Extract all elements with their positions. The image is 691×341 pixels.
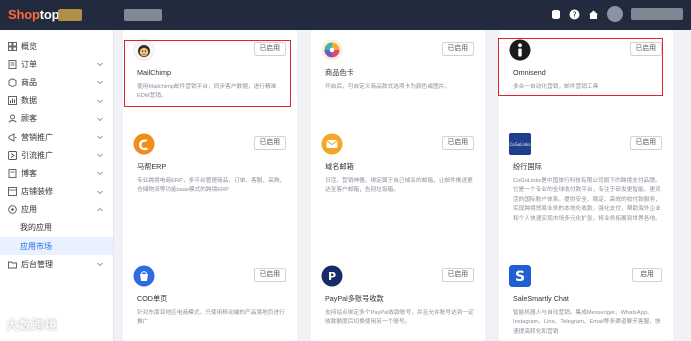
- brand-logo[interactable]: Shoptop: [8, 7, 60, 22]
- salesmartly-logo: S: [509, 265, 531, 287]
- avatar[interactable]: [607, 6, 623, 22]
- app-description: 日活、营销神器，绑定属于自己域名的邮箱，让邮件推送更达至客户邮箱，告别垃圾箱。: [325, 178, 473, 194]
- app-description: 多合一自动化营销，邮件营销工具: [513, 84, 599, 90]
- chevron-down-icon: [97, 99, 103, 103]
- sidebar-item-blog[interactable]: 博客: [0, 164, 113, 182]
- sidebar-item-customers[interactable]: 顾客: [0, 110, 113, 128]
- svg-text:?: ?: [572, 10, 576, 19]
- app-name: Omnisend: [513, 68, 546, 77]
- app-name: COD单页: [137, 294, 168, 303]
- app-description: 专业跨境电商ERP，多平台管理商品、订单、客服、采购、仓储物流等功能saas模式…: [137, 178, 286, 194]
- chevron-down-icon: [97, 262, 103, 267]
- app-card-paypal[interactable]: P 已启用 PayPal多账号收款 支持站点绑定多个PayPal收款账号，并且允…: [311, 256, 485, 341]
- top-bar: Shoptop ?: [0, 0, 691, 30]
- app-enabled-button[interactable]: 已启用: [441, 42, 474, 56]
- sidebar-item-data[interactable]: 数据: [0, 92, 113, 110]
- domain-mail-logo: [321, 133, 343, 155]
- help-icon[interactable]: ?: [569, 9, 580, 20]
- app-description: 支持站点绑定多个PayPal收款账号，并且允许账号达到一定收款额度后切换使用另一…: [325, 310, 474, 326]
- sidebar-item-marketing[interactable]: 营销推广: [0, 128, 113, 146]
- mailchimp-logo: [133, 39, 155, 61]
- chevron-down-icon: [97, 153, 103, 158]
- svg-text:P: P: [328, 270, 336, 283]
- home-icon[interactable]: [588, 9, 599, 20]
- app-market-grid: 已启用 MailChimp 使用Mailchimp邮件营销平台，同步客户数据，进…: [114, 30, 691, 341]
- sidebar-item-overview[interactable]: 概览: [0, 37, 113, 55]
- blurred-user-name[interactable]: [631, 8, 683, 20]
- sidebar-item-my-apps[interactable]: 我的应用: [0, 219, 113, 237]
- mabang-logo: [133, 133, 155, 155]
- app-enable-button[interactable]: 启用: [632, 268, 662, 282]
- admin-icon: [8, 260, 17, 269]
- cod-logo: [133, 265, 155, 287]
- app-name: 商品色卡: [325, 68, 354, 77]
- app-enabled-button[interactable]: 已启用: [441, 136, 474, 150]
- blurred-store-name[interactable]: [124, 9, 162, 21]
- app-enabled-button[interactable]: 已启用: [253, 136, 286, 150]
- app-card-omnisend[interactable]: 已启用 Omnisend 多合一自动化营销，邮件营销工具: [499, 30, 673, 135]
- watermark: 大数跨境: [6, 318, 59, 332]
- app-enabled-button[interactable]: 已启用: [253, 42, 286, 56]
- database-icon[interactable]: [550, 9, 561, 20]
- product-icon: [8, 78, 17, 87]
- order-icon: [8, 59, 17, 69]
- app-description: 使用Mailchimp邮件营销平台，同步客户数据，进行精准EDM营销。: [137, 84, 277, 100]
- app-enabled-button[interactable]: 已启用: [253, 268, 286, 282]
- app-card-color-card[interactable]: 已启用 商品色卡 开启后，可自定义商品款式选项卡为颜色或图片。: [311, 30, 485, 135]
- svg-text:CoGoLinks: CoGoLinks: [509, 142, 530, 147]
- app-description: 开启后，可自定义商品款式选项卡为颜色或图片。: [325, 84, 451, 90]
- chevron-down-icon: [97, 81, 103, 85]
- sidebar: 概览 订单 商品 数据 顾客 营销推广 引流推广 博客 店铺装修 应用 我的应用…: [0, 30, 114, 341]
- app-card-cogolinks[interactable]: CoGoLinks 已启用 纷行国际 CoGoLinks是中国旅行科技有限公司旗…: [499, 124, 673, 258]
- decoration-icon: [8, 187, 17, 197]
- sidebar-item-traffic[interactable]: 引流推广: [0, 146, 113, 164]
- chevron-up-icon: [97, 207, 103, 212]
- app-name: PayPal多账号收款: [325, 294, 384, 303]
- app-enabled-button[interactable]: 已启用: [629, 136, 662, 150]
- chevron-down-icon: [97, 62, 103, 67]
- app-card-mabang-erp[interactable]: 已启用 马帮ERP 专业跨境电商ERP，多平台管理商品、订单、客服、采购、仓储物…: [123, 124, 297, 258]
- sidebar-item-decoration[interactable]: 店铺装修: [0, 183, 113, 201]
- svg-text:S: S: [515, 269, 525, 285]
- sidebar-item-orders[interactable]: 订单: [0, 55, 113, 73]
- marketing-icon: [8, 132, 17, 142]
- customer-icon: [8, 114, 17, 123]
- blog-icon: [8, 168, 17, 178]
- traffic-icon: [8, 150, 17, 160]
- chevron-down-icon: [97, 171, 103, 176]
- chevron-down-icon: [97, 117, 103, 121]
- chevron-down-icon: [97, 135, 103, 140]
- overview-icon: [8, 41, 17, 51]
- app-enabled-button[interactable]: 已启用: [629, 42, 662, 56]
- sidebar-item-products[interactable]: 商品: [0, 73, 113, 91]
- app-name: SaleSmartly Chat: [513, 294, 569, 303]
- apps-icon: [8, 205, 17, 215]
- data-icon: [8, 96, 17, 106]
- app-name: 域名邮箱: [325, 162, 354, 171]
- app-enabled-button[interactable]: 已启用: [441, 268, 474, 282]
- sidebar-item-app-market[interactable]: 应用市场: [0, 237, 113, 256]
- sidebar-item-apps[interactable]: 应用: [0, 201, 113, 219]
- app-description: 针对东南亚地区电商模式，只使用移动端的产品落地页进行推广: [137, 310, 285, 326]
- omnisend-logo: [509, 39, 531, 61]
- top-icons: ?: [550, 6, 683, 22]
- app-card-mailchimp[interactable]: 已启用 MailChimp 使用Mailchimp邮件营销平台，同步客户数据，进…: [123, 30, 297, 135]
- app-description: 智能机器人与自动营销。集成Messenger、WhatsApp、Instagra…: [513, 310, 661, 335]
- app-name: MailChimp: [137, 68, 171, 77]
- paypal-logo: P: [321, 265, 343, 287]
- chevron-down-icon: [97, 190, 103, 194]
- sidebar-item-admin[interactable]: 后台管理: [0, 255, 113, 273]
- app-card-cod[interactable]: 已启用 COD单页 针对东南亚地区电商模式，只使用移动端的产品落地页进行推广: [123, 256, 297, 341]
- blurred-store-badge: [58, 9, 82, 21]
- cogolinks-logo: CoGoLinks: [509, 133, 531, 155]
- app-name: 纷行国际: [513, 162, 542, 171]
- app-name: 马帮ERP: [137, 162, 167, 171]
- app-description: CoGoLinks是中国旅行科技有限公司旗下的跨境支付品牌。它是一个专业的全球收…: [513, 178, 661, 222]
- app-card-domain-mail[interactable]: 已启用 域名邮箱 日活、营销神器，绑定属于自己域名的邮箱，让邮件推送更达至客户邮…: [311, 124, 485, 258]
- app-card-salesmartly[interactable]: S 启用 SaleSmartly Chat 智能机器人与自动营销。集成Messe…: [499, 256, 673, 341]
- color-card-logo: [321, 39, 343, 61]
